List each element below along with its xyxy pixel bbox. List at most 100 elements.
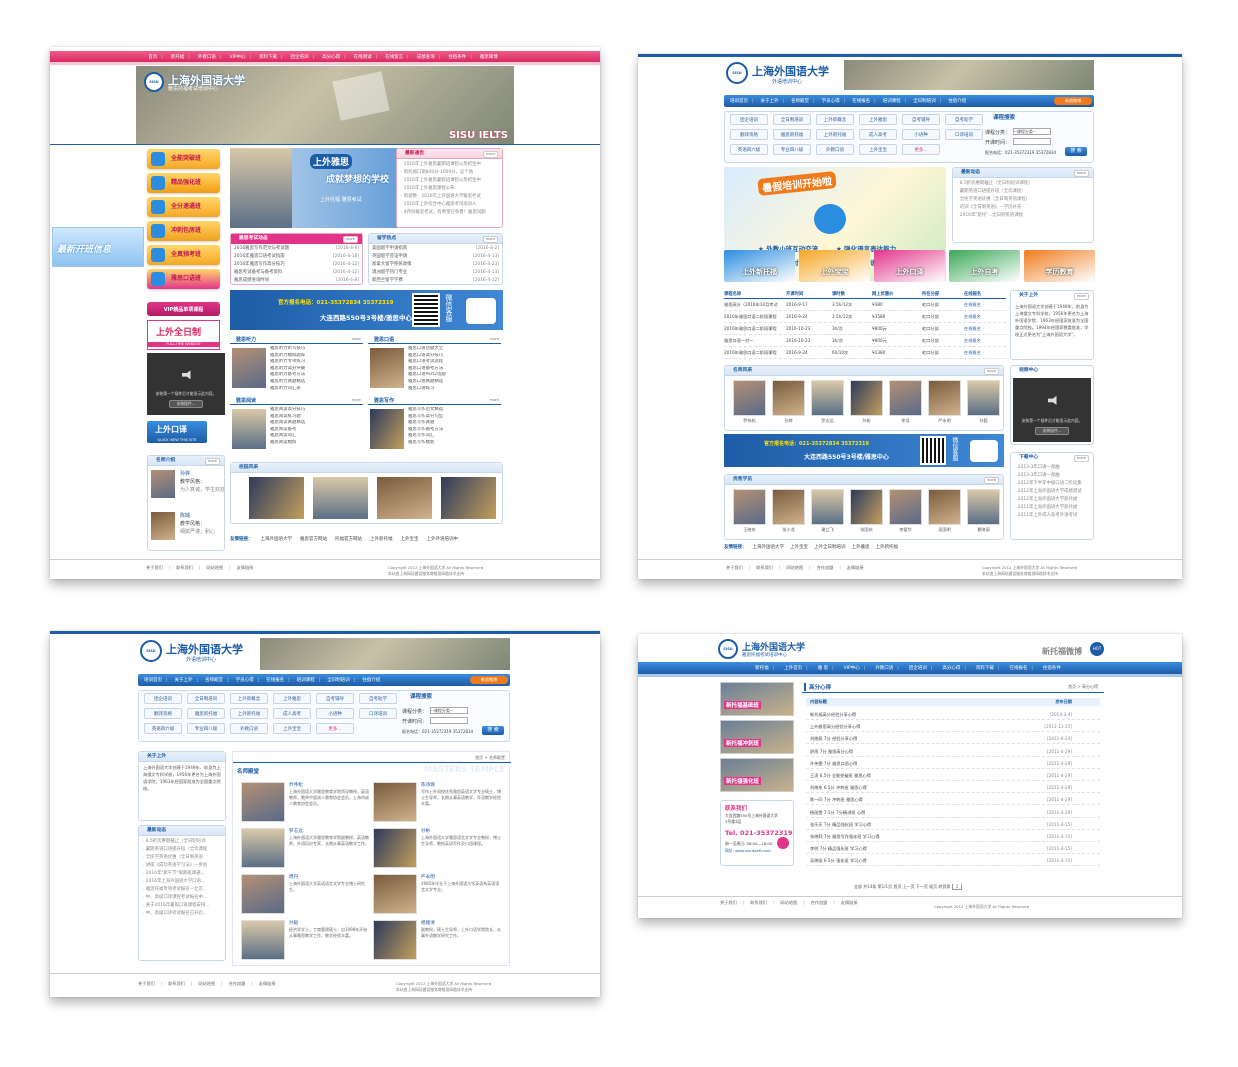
list-item[interactable]: 雅思口语练习 (408, 386, 500, 393)
person-photo[interactable] (811, 489, 844, 525)
row-title[interactable]: 李明 7分 精品强化班 学习心得 (810, 843, 867, 854)
more-link[interactable]: more (204, 458, 220, 465)
list-item[interactable]: · 2016年上海外国语大学口语... (143, 878, 221, 886)
nav-item[interactable]: 外教口语 (873, 665, 901, 671)
list-item-title[interactable]: 2016雅思写作范文与考试题 (234, 245, 289, 253)
list-item[interactable]: 美国留学申请指南 [2016-4-2] (372, 245, 499, 253)
footer-link[interactable]: 友情链接 (259, 981, 282, 987)
list-item[interactable]: · 全民学英语优惠（全日制英语 (143, 854, 221, 862)
course-link[interactable]: 更多... (316, 723, 354, 734)
list-item[interactable]: 雅思听力真题精选 (270, 379, 362, 386)
nav-item[interactable]: 在线报名 (850, 98, 878, 104)
list-item-title[interactable]: 英国留学签证申请 (372, 253, 407, 261)
list-item[interactable]: · 2012年上海外国语大学新托福 (1015, 496, 1089, 504)
person-name[interactable]: 严永明 (928, 418, 961, 424)
course-button[interactable]: 精品强化班 (147, 173, 220, 193)
website[interactable]: 网址: www.sisutoefl.com (725, 848, 771, 854)
search-button[interactable]: 搜 索 (482, 726, 504, 735)
nav-item[interactable]: 关于上外 (173, 677, 201, 683)
course-link[interactable]: 团企培训 (144, 693, 182, 704)
list-item-title[interactable]: · 2016年"新托"...全日制英语课程 (957, 212, 1023, 220)
list-item[interactable]: 2016年雅思口语考试指南 [2016-4-18] (234, 253, 359, 261)
row-title[interactable]: 吴晓丽 6.5分 强化班 学习心得 (810, 855, 867, 866)
table-row[interactable]: 朱晓莉 7分 雅思写作强化班 学习心得 [2011-4-15] (806, 831, 1100, 842)
vip-course-button[interactable]: VIP精品单项课程 (147, 302, 220, 316)
friend-link[interactable]: 雅思官方网站 (300, 536, 327, 542)
course-link[interactable]: 全日制培训 (773, 114, 811, 125)
footer-link[interactable]: 合作加盟 (229, 981, 253, 987)
list-item[interactable]: 雅思写作范文精选 (408, 407, 500, 414)
nav-item[interactable]: 高分心得 (940, 665, 968, 671)
more-link[interactable]: more (490, 337, 499, 341)
list-item[interactable]: · 全民学英语优惠（全日制英语课程） (957, 196, 1089, 204)
footer-link[interactable]: 联系我们 (168, 981, 192, 987)
table-row[interactable]: 雅思口语一对一 2016-10-23 3h/次 ¥800元 虹口分部 在线报名 (724, 335, 1006, 347)
list-item-title[interactable]: · 2016年上外雅思暑假班课程火热招生中 (401, 177, 481, 185)
nav-item[interactable]: 住宿介绍 (360, 677, 386, 683)
table-row[interactable]: 2016年雅思口语二阶段课程 2016-10-23 3h/次 ¥800元 虹口分部 在线报… (724, 323, 1006, 335)
list-item[interactable]: · 暑期英语口语提升班（全优课程） (957, 188, 1089, 196)
list-item-title[interactable]: · 中、高级口译课程考试报名中... (143, 894, 207, 902)
list-item-title[interactable]: 2016年雅思口语考试指南 (234, 253, 285, 261)
person-name[interactable]: 谢立飞 (811, 527, 844, 533)
list-item-title[interactable]: · 暑期英语口语提升班（全优课程） (957, 188, 1026, 196)
weibo-logo[interactable]: 新托福微博 (1042, 646, 1082, 657)
side-tile[interactable]: 新托福冲刺班 (720, 720, 794, 754)
table-row[interactable]: 刘晓燕 7分 经验分享心得 [2011-6-24] (806, 733, 1100, 745)
install-plugin-button[interactable]: 安装插件... (1035, 427, 1069, 435)
banner-tile[interactable]: 学历教育 (1024, 250, 1095, 282)
course-link[interactable]: 自考辅导 (902, 114, 940, 125)
teacher-name[interactable]: 杨顺清 (421, 920, 435, 926)
list-item[interactable]: 雅思阅读高分技巧 (270, 407, 362, 414)
footer-link[interactable]: 联系我们 (176, 565, 200, 571)
course-link[interactable]: 上外新概念 (816, 114, 854, 125)
list-item-title[interactable]: 加拿大留学移民政策 (372, 261, 412, 269)
friend-link[interactable]: 上外全日制培训 (814, 544, 846, 550)
list-item-title[interactable]: · 2011年上外成人高考外语考试 (1015, 512, 1077, 520)
course-link[interactable]: 自考辅导 (316, 693, 354, 704)
list-item-title[interactable]: · 新托福口语800分-1000分，这个地 (401, 169, 473, 177)
table-cell[interactable]: 在线报名 (964, 335, 1006, 346)
campus-photo[interactable] (249, 477, 304, 519)
list-item-title[interactable]: · 2016年上外综合中心雅思考试培训人 (401, 201, 476, 209)
list-item-title[interactable]: · 2012年上海外国语大学新托福 (1015, 496, 1077, 504)
list-item[interactable]: 雅思写作词汇 (408, 433, 500, 440)
teacher-name[interactable]: 乔伟松 (289, 782, 303, 788)
list-item[interactable]: · 2012年下半年中级口语二阶段集 (1015, 480, 1089, 488)
teacher-name[interactable]: 陈璐 (180, 512, 190, 519)
person-name[interactable]: 罗志远 (811, 418, 844, 424)
teacher-name[interactable]: 周丹 (289, 874, 298, 880)
nav-item[interactable]: 雅 思 (816, 665, 836, 671)
list-item-title[interactable]: · 8.5折优惠期截止（全日制培训 (143, 838, 205, 846)
search-date-input[interactable] (1013, 138, 1051, 145)
course-button[interactable]: 冲刺包房班 (147, 221, 220, 241)
friend-link[interactable]: 上外新托福 (876, 544, 899, 550)
nav-item[interactable]: 在线留言 (383, 54, 411, 60)
more-link[interactable]: more (983, 477, 999, 484)
footer-link[interactable]: 网站地图 (786, 565, 810, 571)
list-item[interactable]: 雅思阅读备考 (270, 427, 362, 434)
list-item[interactable]: 雅思成绩查询时间 [2016-4-8] (234, 277, 359, 285)
person-photo[interactable] (733, 489, 766, 525)
list-item[interactable]: · 暑期英语口语提升班（全优课程 (143, 846, 221, 854)
teacher-photo[interactable] (241, 782, 285, 822)
list-item-title[interactable]: · 暑期英语口语提升班（全优课程 (143, 846, 207, 854)
table-row[interactable]: 上外雅思高分经验分享心得 [2011-11-25] (806, 721, 1100, 733)
course-link[interactable]: 更多... (902, 144, 940, 155)
list-item[interactable]: 雅思听力高分突破 (270, 366, 362, 373)
hero-banner[interactable]: 上外雅思 成就梦想的学校 上外托福 雅思考试 (230, 148, 415, 228)
friend-link[interactable]: 上海外国语大学 (261, 536, 293, 542)
campus-photo[interactable] (441, 477, 496, 519)
person-photo[interactable] (967, 380, 1000, 416)
list-item[interactable]: 英国留学签证申请 [2016-4-13] (372, 253, 499, 261)
table-row[interactable]: 2016年雅思口语二阶段课程 2016-9-24 3.5h/12次 ¥3580 虹口分部… (724, 311, 1006, 323)
table-row[interactable]: 雅思高分（2016年10月考试 2016-9-17 3.5h/12次 ¥380 虹口分部… (724, 299, 1006, 311)
video-player[interactable]: 安装第一个插件后才能显示此内容。 安装插件... (147, 353, 225, 415)
list-item-title[interactable]: 雅思考试备考与备考资料 (234, 269, 282, 277)
list-item-title[interactable]: 新西兰留学学费 (372, 277, 403, 285)
nav-item[interactable]: 团企培训 (289, 54, 317, 60)
more-link[interactable]: more (1073, 293, 1089, 300)
course-link[interactable]: 口译培训 (359, 708, 397, 719)
table-row[interactable]: 陈一同 7分 冲刺班 雅思心得 [2011-4-29] (806, 794, 1100, 806)
table-cell[interactable]: 在线报名 (964, 347, 1006, 358)
